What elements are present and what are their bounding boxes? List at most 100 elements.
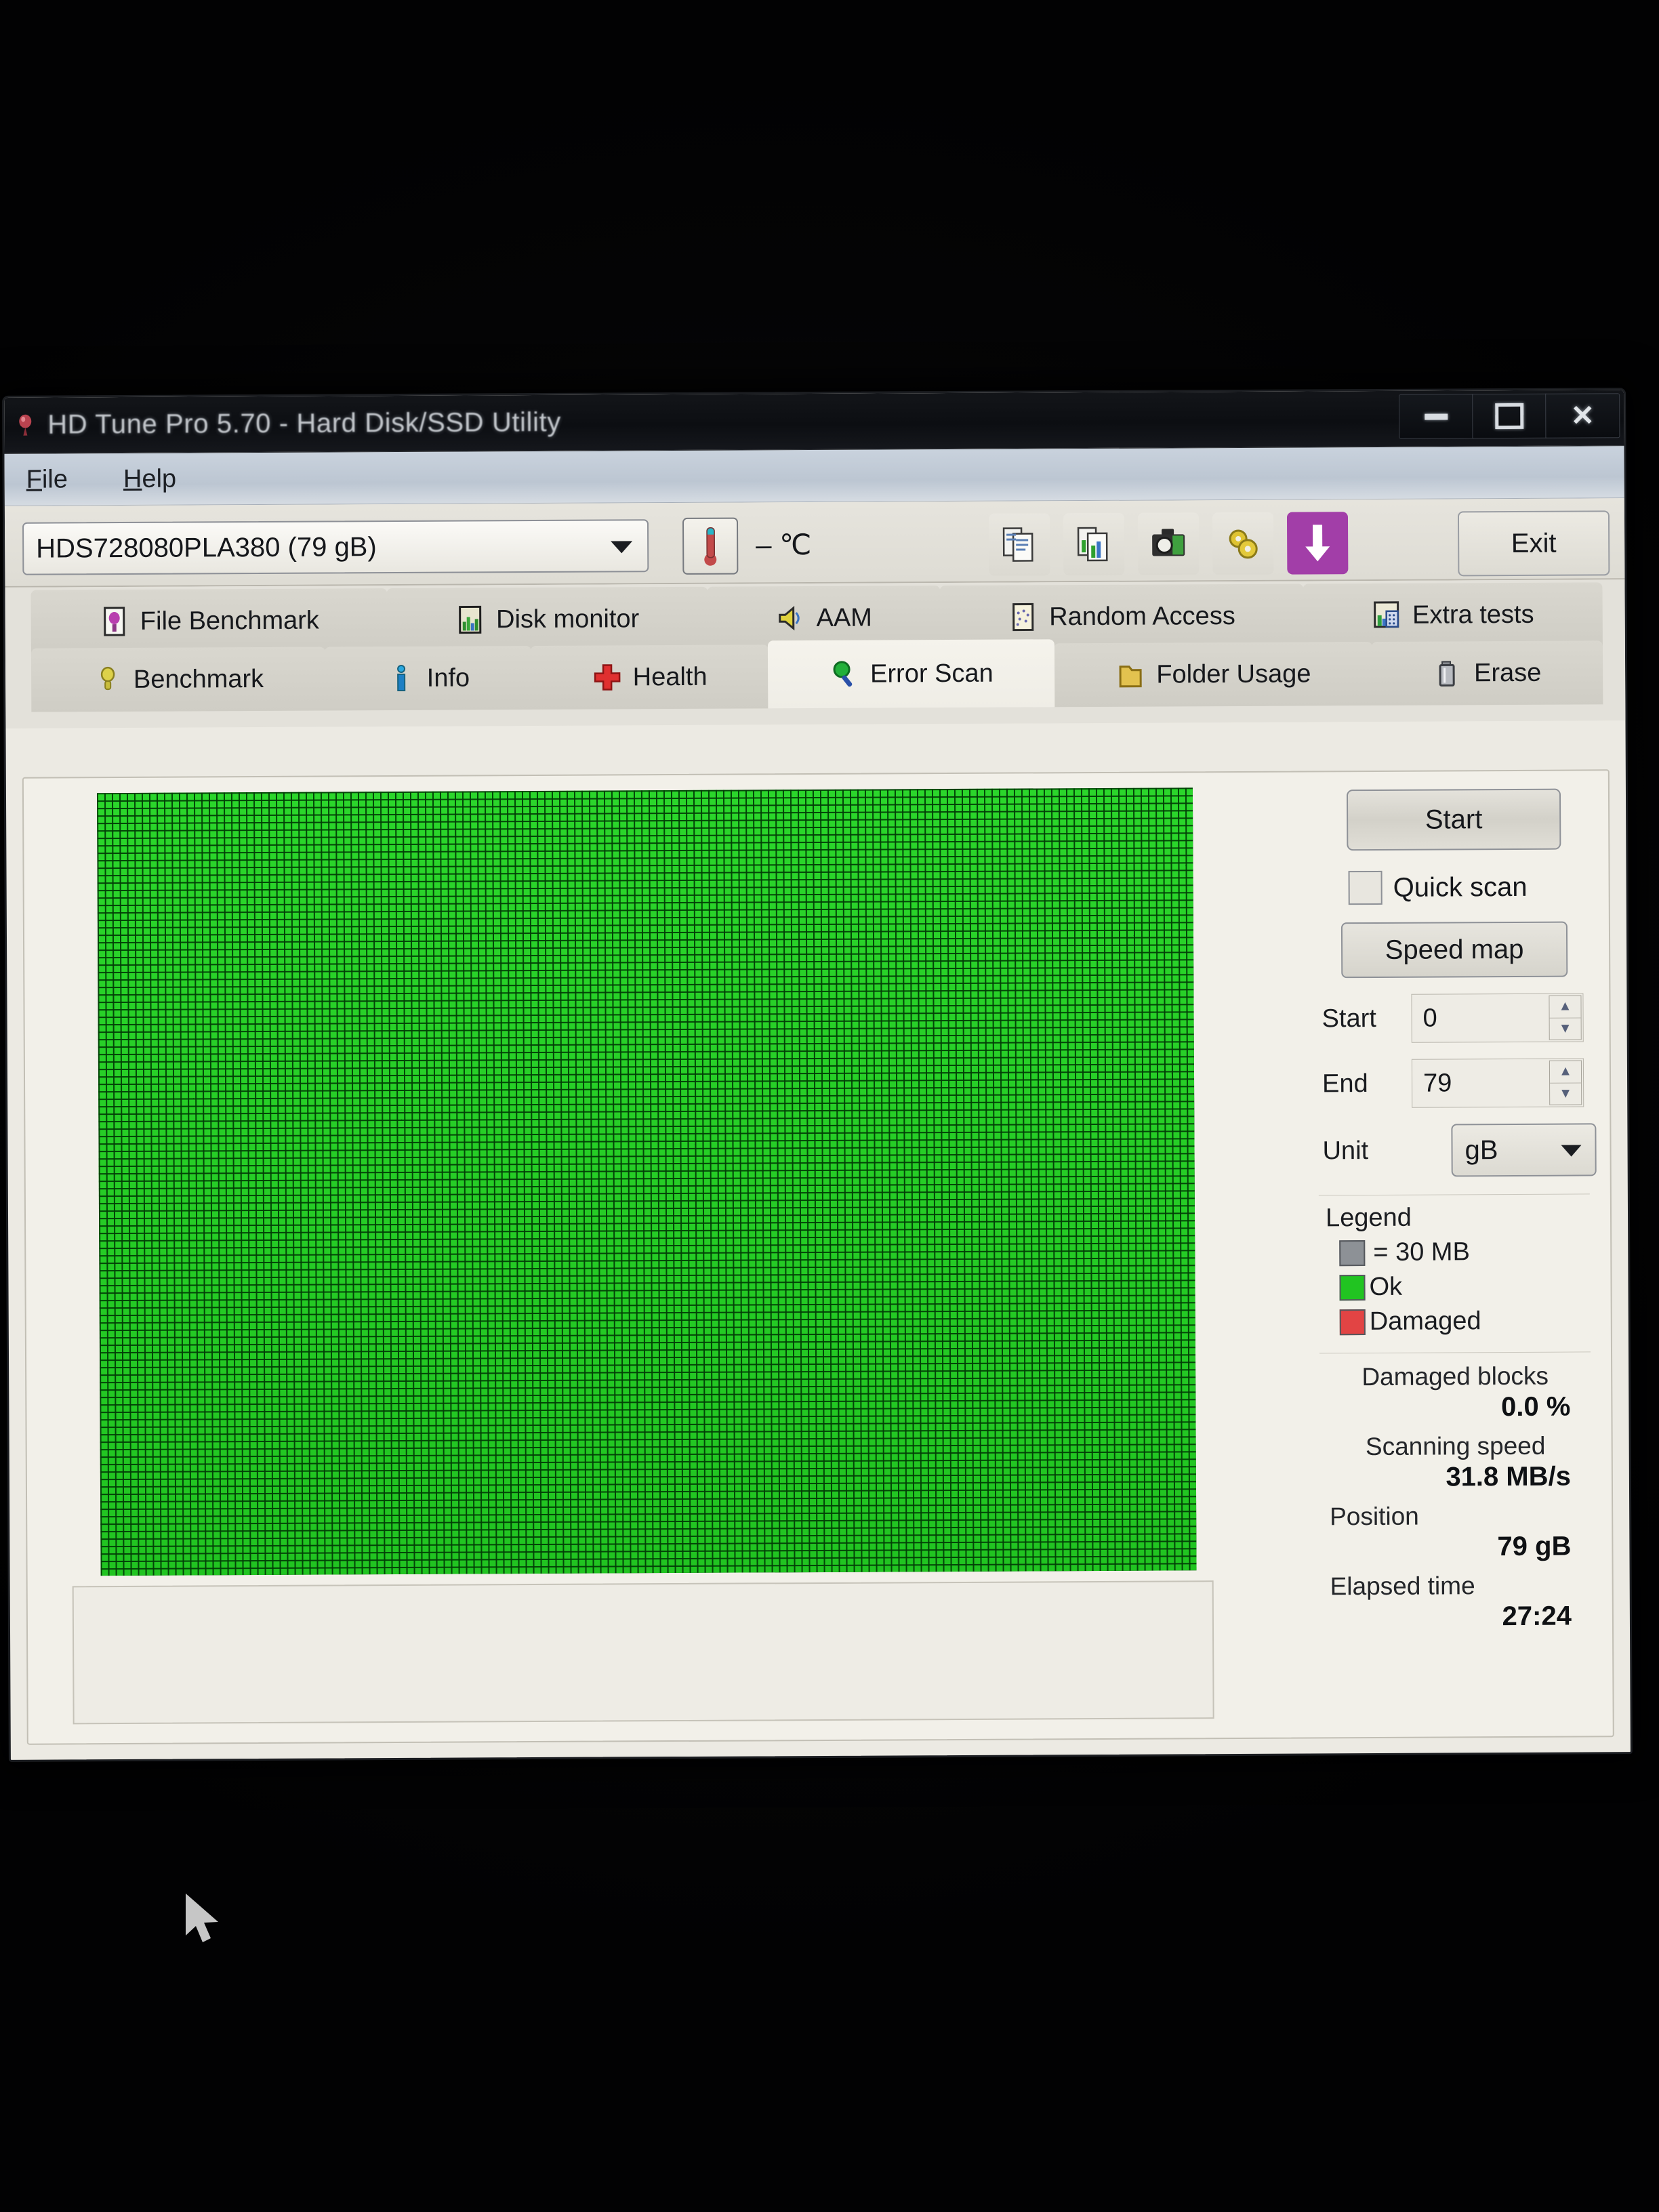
end-input[interactable]: 79 ▲ ▼ — [1411, 1058, 1584, 1108]
quick-scan-row[interactable]: Quick scan — [1348, 869, 1597, 905]
start-button[interactable]: Start — [1346, 788, 1561, 851]
disk-monitor-icon — [455, 605, 485, 634]
tab-row-2: Benchmark Info Health Error Scan Folder … — [30, 639, 1603, 712]
tab-label: Erase — [1473, 658, 1542, 687]
quick-scan-label: Quick scan — [1393, 872, 1528, 903]
block-map-cells — [96, 787, 1197, 1576]
extra-tests-icon — [1372, 600, 1401, 630]
menu-help-mnemonic: H — [123, 464, 142, 493]
start-field-row: Start 0 ▲ ▼ — [1322, 993, 1597, 1043]
elapsed-time-label: Elapsed time — [1330, 1572, 1475, 1601]
close-icon: ✕ — [1570, 399, 1595, 432]
tab-folder-usage[interactable]: Folder Usage — [1054, 641, 1373, 708]
stepper-up-icon[interactable]: ▲ — [1549, 996, 1581, 1019]
monitor-photo-background: HD Tune Pro 5.70 - Hard Disk/SSD Utility… — [0, 0, 1659, 2212]
file-benchmark-icon — [100, 607, 129, 636]
title-bar: HD Tune Pro 5.70 - Hard Disk/SSD Utility… — [4, 390, 1624, 454]
menu-item-file[interactable]: File — [20, 462, 75, 497]
scanning-speed-value: 31.8 MB/s — [1446, 1461, 1572, 1492]
stepper-up-icon[interactable]: ▲ — [1549, 1061, 1582, 1084]
legend-title: Legend — [1325, 1203, 1412, 1233]
tab-error-scan[interactable]: Error Scan — [768, 639, 1055, 709]
tab-health[interactable]: Health — [530, 644, 769, 710]
toolbar: HDS728080PLA380 (79 gB) – ℃ Exit — [4, 498, 1625, 588]
settings-icon[interactable] — [1212, 512, 1274, 575]
chevron-down-icon — [611, 541, 633, 554]
error-scan-panel: Start Quick scan Speed map Start 0 ▲ ▼ E… — [22, 769, 1614, 1745]
menu-item-help[interactable]: Help — [117, 462, 183, 496]
damaged-blocks-label: Damaged blocks — [1361, 1361, 1549, 1391]
legend-row-ok: Ok — [1339, 1271, 1590, 1302]
copy-text-glyph — [1002, 527, 1033, 562]
block-map[interactable] — [96, 787, 1197, 1576]
speed-map-button[interactable]: Speed map — [1340, 921, 1568, 979]
info-icon — [386, 663, 416, 693]
stepper-down-icon[interactable]: ▼ — [1550, 1083, 1581, 1105]
health-cross-icon — [592, 662, 622, 692]
legend-blocksize-label: = 30 MB — [1373, 1237, 1470, 1267]
legend-swatch-block — [1339, 1240, 1366, 1266]
scanning-speed-label: Scanning speed — [1365, 1431, 1546, 1461]
mouse-cursor — [186, 1893, 218, 1942]
start-stepper[interactable]: ▲ ▼ — [1549, 995, 1582, 1040]
benchmark-icon — [93, 665, 123, 695]
screenshot-icon[interactable] — [1137, 512, 1200, 575]
menu-file-mnemonic: F — [26, 465, 43, 494]
thermometer-icon — [704, 527, 717, 566]
tab-erase[interactable]: Erase — [1372, 640, 1603, 705]
tab-benchmark[interactable]: Benchmark — [30, 647, 326, 712]
copy-graph-icon[interactable] — [1063, 512, 1125, 576]
copy-text-icon[interactable] — [988, 513, 1050, 576]
legend-swatch-ok — [1339, 1274, 1366, 1300]
exit-button-label: Exit — [1511, 528, 1557, 558]
tab-extra-tests[interactable]: Extra tests — [1303, 582, 1603, 648]
gear-glyph — [1229, 529, 1258, 559]
scan-controls-panel: Start Quick scan Speed map Start 0 ▲ ▼ E… — [1311, 780, 1600, 1633]
error-scan-magnifier-icon — [830, 659, 859, 689]
hdtune-app-icon — [19, 414, 32, 436]
drive-select-value: HDS728080PLA380 (79 gB) — [36, 531, 377, 564]
tab-label: Folder Usage — [1156, 659, 1311, 689]
minimize-icon — [1425, 413, 1448, 420]
tab-label: Health — [632, 662, 708, 691]
start-input[interactable]: 0 ▲ ▼ — [1411, 993, 1584, 1043]
tab-info[interactable]: Info — [324, 646, 532, 711]
damaged-blocks-value: 0.0 % — [1501, 1391, 1571, 1422]
tab-label: File Benchmark — [140, 606, 319, 636]
scan-statistics: Damaged blocks 0.0 % Scanning speed 31.8… — [1319, 1351, 1593, 1633]
end-stepper[interactable]: ▲ ▼ — [1549, 1060, 1582, 1105]
start-input-value: 0 — [1422, 1004, 1437, 1033]
unit-select[interactable]: gB — [1451, 1123, 1597, 1177]
chevron-down-icon — [1561, 1145, 1582, 1157]
legend: Legend = 30 MB Ok Damaged — [1318, 1193, 1591, 1337]
exit-button[interactable]: Exit — [1457, 510, 1610, 577]
legend-damaged-label: Damaged — [1369, 1307, 1481, 1336]
position-label: Position — [1330, 1502, 1419, 1531]
start-button-label: Start — [1425, 804, 1483, 835]
legend-row-damaged: Damaged — [1339, 1306, 1591, 1336]
tab-file-benchmark[interactable]: File Benchmark — [30, 588, 388, 654]
copy-graph-glyph — [1077, 527, 1108, 562]
folder-usage-icon — [1115, 660, 1145, 690]
close-button[interactable]: ✕ — [1545, 393, 1620, 438]
drive-select[interactable]: HDS728080PLA380 (79 gB) — [22, 519, 649, 575]
maximize-button[interactable] — [1472, 393, 1547, 439]
start-field-label: Start — [1322, 1004, 1376, 1033]
elapsed-time-value: 27:24 — [1502, 1601, 1572, 1632]
menu-bar: File Help — [4, 446, 1624, 506]
tab-label: Error Scan — [870, 659, 994, 689]
tab-label: Extra tests — [1412, 600, 1534, 630]
tab-label: AAM — [816, 603, 873, 632]
stepper-down-icon[interactable]: ▼ — [1550, 1018, 1581, 1040]
temperature-indicator — [682, 517, 739, 575]
tab-label: Benchmark — [133, 664, 264, 694]
erase-trash-icon — [1433, 658, 1463, 688]
speed-map-button-label: Speed map — [1385, 934, 1524, 965]
save-icon[interactable] — [1286, 512, 1349, 575]
tab-disk-monitor[interactable]: Disk monitor — [386, 586, 708, 653]
quick-scan-checkbox[interactable] — [1348, 870, 1382, 905]
menu-help-rest: elp — [142, 464, 177, 493]
minimize-button[interactable] — [1399, 394, 1474, 439]
end-field-row: End 79 ▲ ▼ — [1322, 1058, 1597, 1108]
legend-row-blocksize: = 30 MB — [1339, 1237, 1590, 1267]
